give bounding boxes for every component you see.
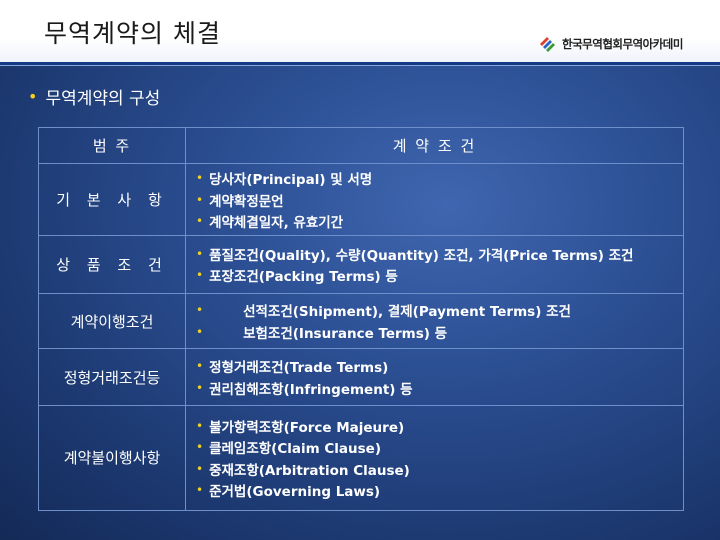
row-terms: • 선적조건(Shipment), 결제(Payment Terms) 조건 • 보…	[185, 292, 684, 350]
slide-header: 무역계약의 체결 한국무역협회무역아카데미	[0, 0, 720, 64]
bullet-icon: •	[196, 483, 204, 498]
bullet-icon: •	[196, 192, 204, 207]
header-terms: 계 약 조 건	[185, 126, 684, 165]
bullet-icon: •	[196, 171, 204, 186]
row-category: 상 품 조 건	[38, 235, 186, 294]
section-heading: • 무역계약의 구성	[28, 84, 160, 109]
contract-terms-table: 범 주 계 약 조 건 기 본 사 항 • 당사자(Principal) 및 서명…	[38, 126, 684, 512]
bullet-icon: •	[196, 461, 204, 476]
list-item: • 계약체결일자, 유효기간	[196, 214, 344, 232]
row-terms: • 당사자(Principal) 및 서명 • 계약확정문언 • 계약체결일자, 유효…	[185, 163, 684, 237]
table-row: 정형거래조건등 • 정형거래조건(Trade Terms) • 권리침해조항(Inf…	[38, 348, 684, 406]
table-row: 계약불이행사항 • 불가항력조항(Force Majeure) • 클레임조항(Cl…	[38, 404, 684, 512]
bullet-icon: •	[196, 359, 204, 374]
bullet-icon: •	[196, 440, 204, 455]
bullet-icon: •	[196, 380, 204, 395]
table-row: 기 본 사 항 • 당사자(Principal) 및 서명 • 계약확정문언 • 계약…	[38, 163, 684, 237]
slide-title: 무역계약의 체결	[44, 19, 221, 48]
bullet-icon: •	[196, 268, 204, 283]
list-item: • 선적조건(Shipment), 결제(Payment Terms) 조건	[196, 303, 571, 321]
table-row: 상 품 조 건 • 품질조건(Quality), 수량(Quantity) 조건,…	[38, 235, 684, 294]
list-item: • 보험조건(Insurance Terms) 등	[196, 324, 448, 342]
list-item: • 클레임조항(Claim Clause)	[196, 440, 382, 458]
logo-icon	[540, 37, 555, 52]
logo-text: 한국무역협회무역아카데미	[562, 37, 683, 51]
bullet-icon: •	[196, 324, 204, 339]
list-item: • 품질조건(Quality), 수량(Quantity) 조건, 가격(Pric…	[196, 246, 634, 264]
table-row: 계약이행조건 • 선적조건(Shipment), 결제(Payment Terms…	[38, 292, 684, 350]
row-category: 계약이행조건	[38, 292, 186, 350]
bullet-icon: •	[28, 87, 38, 106]
row-category: 계약불이행사항	[38, 404, 186, 512]
row-category: 정형거래조건등	[38, 348, 186, 406]
list-item: • 준거법(Governing Laws)	[196, 483, 381, 501]
table-header-row: 범 주 계 약 조 건	[38, 126, 684, 165]
row-category: 기 본 사 항	[38, 163, 186, 237]
bullet-icon: •	[196, 418, 204, 433]
row-terms: • 품질조건(Quality), 수량(Quantity) 조건, 가격(Pric…	[185, 235, 684, 294]
row-terms: • 불가항력조항(Force Majeure) • 클레임조항(Claim Clau…	[185, 404, 684, 512]
header-divider-thin	[0, 65, 720, 66]
list-item: • 계약확정문언	[196, 192, 284, 210]
list-item: • 포장조건(Packing Terms) 등	[196, 268, 398, 286]
section-heading-text: 무역계약의 구성	[45, 89, 161, 109]
bullet-icon: •	[196, 214, 204, 229]
list-item: • 정형거래조건(Trade Terms)	[196, 359, 389, 377]
list-item: • 권리침해조항(Infringement) 등	[196, 380, 413, 398]
bullet-icon: •	[196, 246, 204, 261]
list-item: • 당사자(Principal) 및 서명	[196, 171, 373, 189]
list-item: • 불가항력조항(Force Majeure)	[196, 418, 405, 436]
header-category: 범 주	[38, 126, 186, 165]
list-item: • 중재조항(Arbitration Clause)	[196, 461, 410, 479]
academy-logo: 한국무역협회무역아카데미	[538, 33, 683, 55]
row-terms: • 정형거래조건(Trade Terms) • 권리침해조항(Infringemen…	[185, 348, 684, 406]
bullet-icon: •	[196, 303, 204, 318]
